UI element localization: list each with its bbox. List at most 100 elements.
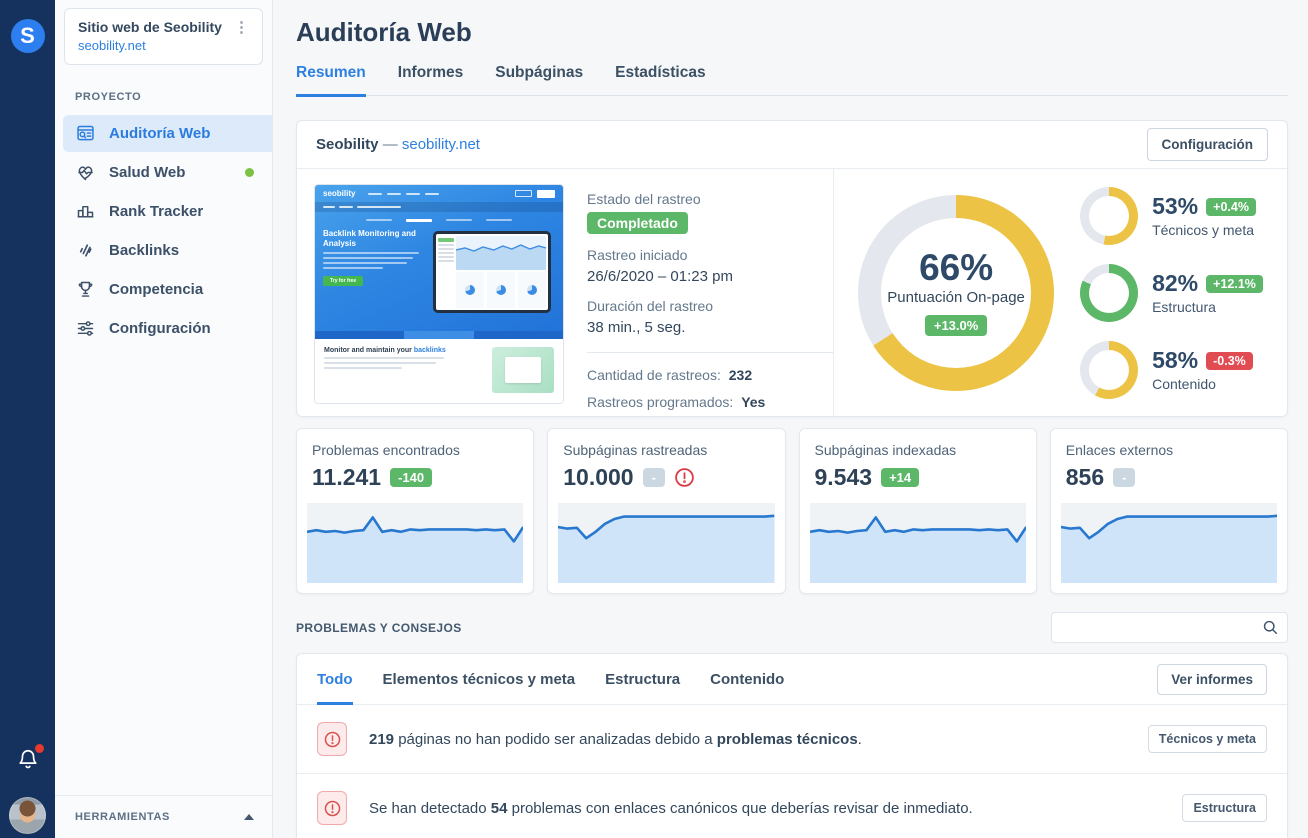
problem-category-button[interactable]: Estructura — [1182, 794, 1267, 822]
stat-label: Enlaces externos — [1065, 442, 1174, 458]
score-panel: 66% Puntuación On-page +13.0% 53% +0.4% — [833, 169, 1287, 416]
divider — [587, 352, 833, 353]
warning-circle-icon[interactable] — [674, 467, 695, 488]
problem-category-button[interactable]: Técnicos y meta — [1147, 725, 1267, 753]
tab-subpaginas[interactable]: Subpáginas — [495, 64, 583, 95]
stat-value: 9.543 — [814, 464, 873, 490]
tools-collapse-bar[interactable]: HERRAMIENTAS — [55, 795, 272, 838]
subscore-label: Estructura — [1152, 299, 1216, 315]
problem-row[interactable]: 219 páginas no han podido ser analizadas… — [297, 705, 1287, 774]
search-input[interactable] — [1051, 612, 1288, 643]
thumbnail-strip — [315, 331, 563, 339]
stat-value: 10.000 — [563, 464, 634, 490]
crawl-started-label: Rastreo iniciado — [587, 247, 688, 263]
site-heading: Seobility — seobility.net — [316, 136, 480, 153]
thumbnail-hero: seobility Backlink Monitoring and Analys… — [315, 185, 563, 331]
sidebar-item-label: Rank Tracker — [109, 203, 204, 221]
seobility-logo-icon[interactable]: S — [10, 19, 45, 53]
tools-section-label: HERRAMIENTAS — [75, 811, 170, 823]
collapse-up-icon — [244, 814, 254, 820]
problems-tab-todo[interactable]: Todo — [317, 654, 353, 705]
subscore-delta: +0.4% — [1206, 197, 1256, 216]
thumbnail-laptop — [433, 231, 551, 313]
subscores: 53% +0.4% Técnicos y meta 82% +12.1% Est… — [1080, 186, 1263, 399]
site-thumbnail[interactable]: seobility Backlink Monitoring and Analys… — [314, 184, 564, 404]
sidebar-item-configuracion[interactable]: Configuración — [63, 310, 272, 347]
sidebar-item-competencia[interactable]: Competencia — [63, 271, 272, 308]
kebab-menu-icon[interactable]: ⋮ — [231, 18, 252, 55]
thumbnail-logo: seobility — [323, 189, 356, 198]
problems-tab-tecnicos[interactable]: Elementos técnicos y meta — [383, 654, 576, 704]
overview-card-body: seobility Backlink Monitoring and Analys… — [297, 169, 1287, 416]
sidebar-item-rank-tracker[interactable]: Rank Tracker — [63, 193, 272, 230]
sliders-icon — [77, 321, 94, 336]
search-icon[interactable] — [1262, 619, 1279, 636]
stat-delta-badge: +14 — [881, 468, 920, 487]
settings-button[interactable]: Configuración — [1146, 128, 1268, 161]
stat-card-rastreadas[interactable]: Subpáginas rastreadas 10.000 - — [547, 428, 786, 594]
thumbnail-bottom-link: backlinks — [413, 347, 446, 354]
view-reports-button[interactable]: Ver informes — [1157, 663, 1267, 695]
project-section-label: PROYECTO — [75, 91, 142, 104]
crawl-scheduled-value: Yes — [741, 394, 766, 410]
sparkline-chart — [307, 503, 524, 583]
sidebar: Sitio web de Seobility seobility.net ⋮ P… — [55, 0, 273, 838]
sidebar-item-label: Salud Web — [109, 164, 186, 182]
tab-estadisticas[interactable]: Estadísticas — [615, 64, 705, 95]
crawl-status-label: Estado del rastreo — [587, 191, 701, 207]
notifications-button[interactable] — [17, 744, 44, 775]
thumbnail-hero-title: Backlink Monitoring and Analysis — [323, 229, 416, 248]
sidebar-item-label: Configuración — [109, 320, 211, 338]
tab-resumen[interactable]: Resumen — [296, 64, 366, 97]
separator: — — [382, 136, 398, 153]
site-card[interactable]: Sitio web de Seobility seobility.net ⋮ — [64, 8, 263, 66]
subscore-delta: +12.1% — [1206, 274, 1263, 293]
bar-chart-icon — [77, 206, 94, 218]
site-name: Seobility — [316, 136, 379, 153]
app-rail: S — [0, 0, 55, 838]
site-domain-link[interactable]: seobility.net — [402, 136, 480, 153]
avatar[interactable] — [9, 797, 46, 834]
problems-tabs: Todo Elementos técnicos y meta Estructur… — [297, 654, 1287, 705]
stat-delta-badge: - — [642, 468, 665, 487]
crawl-duration-label: Duración del rastreo — [587, 298, 714, 314]
problems-tab-contenido[interactable]: Contenido — [710, 654, 784, 704]
subscore-value: 58% — [1152, 347, 1199, 373]
sidebar-item-auditoria-web[interactable]: Auditoría Web — [63, 115, 272, 153]
crawl-duration-value: 38 min., 5 seg. — [587, 319, 686, 336]
site-card-domain[interactable]: seobility.net — [78, 37, 222, 55]
error-circle-icon — [324, 800, 340, 816]
subscore-tecnicos: 53% +0.4% Técnicos y meta — [1080, 186, 1263, 245]
stat-card-indexadas[interactable]: Subpáginas indexadas 9.543 +14 — [798, 428, 1037, 594]
problem-text: 219 páginas no han podido ser analizadas… — [369, 730, 862, 748]
crawl-count-value: 232 — [728, 367, 753, 383]
problems-search — [1051, 612, 1288, 643]
sidebar-item-salud-web[interactable]: Salud Web — [63, 154, 272, 191]
problems-tab-estructura[interactable]: Estructura — [605, 654, 680, 704]
crawl-started-value: 26/6/2020 – 01:23 pm — [587, 268, 733, 285]
sidebar-item-label: Competencia — [109, 281, 204, 299]
onpage-score-donut: 66% Puntuación On-page +13.0% — [858, 194, 1055, 391]
site-card-text: Sitio web de Seobility seobility.net — [78, 18, 222, 55]
stat-delta-badge: -140 — [390, 468, 433, 487]
subscore-donut — [1080, 263, 1139, 322]
backlinks-icon — [79, 244, 92, 257]
error-circle-icon — [324, 731, 340, 747]
tab-informes[interactable]: Informes — [398, 64, 463, 95]
sidebar-item-backlinks[interactable]: Backlinks — [63, 232, 272, 269]
stat-cards: Problemas encontrados 11.241 -140 Subpág… — [296, 428, 1288, 594]
problem-row[interactable]: Se han detectado 54 problemas con enlace… — [297, 774, 1287, 838]
subscore-contenido: 58% -0.3% Contenido — [1080, 340, 1263, 399]
error-severity-tile — [317, 722, 347, 756]
subscore-donut — [1080, 186, 1139, 245]
stat-card-enlaces[interactable]: Enlaces externos 856 - — [1049, 428, 1288, 594]
crawl-status-badge: Completado — [587, 212, 688, 234]
subscore-label: Técnicos y meta — [1152, 222, 1255, 238]
stat-card-problemas[interactable]: Problemas encontrados 11.241 -140 — [296, 428, 535, 594]
crawl-count-label: Cantidad de rastreos: — [587, 367, 721, 383]
subscore-label: Contenido — [1152, 376, 1216, 392]
site-card-title: Sitio web de Seobility — [78, 19, 222, 35]
problems-card: Todo Elementos técnicos y meta Estructur… — [296, 653, 1288, 838]
overview-left: seobility Backlink Monitoring and Analys… — [297, 169, 833, 416]
